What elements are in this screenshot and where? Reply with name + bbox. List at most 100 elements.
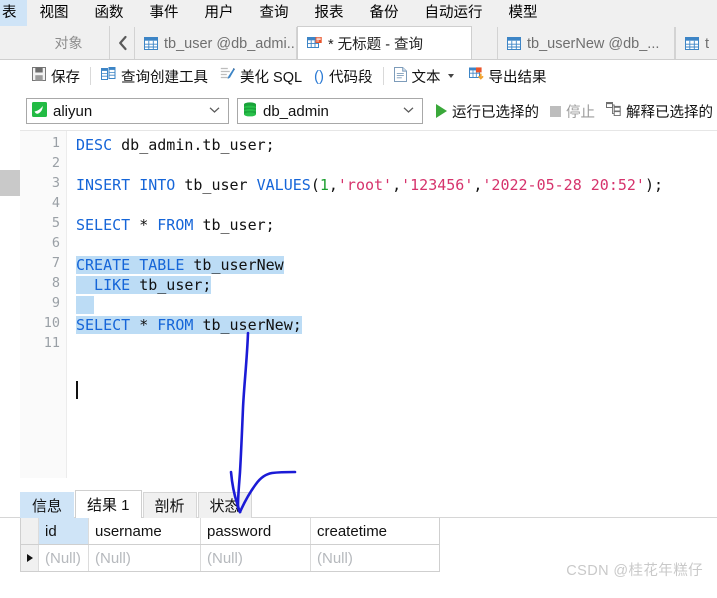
code-line-1[interactable]: DESC db_admin.tb_user; [76, 135, 275, 155]
menu-item-query[interactable]: 查询 [247, 0, 302, 26]
menu-item-report[interactable]: 报表 [302, 0, 357, 26]
explain-selected-label: 解释已选择的 [626, 104, 713, 121]
line-number: 6 [51, 235, 60, 251]
code-line-6[interactable] [76, 235, 85, 255]
explain-icon [606, 102, 621, 120]
code-token [76, 296, 95, 314]
cell-createtime[interactable]: (Null) [311, 545, 440, 571]
menu-item-table[interactable]: 表 [0, 0, 27, 26]
code-token: FROM [157, 216, 203, 234]
export-result-icon [468, 67, 484, 85]
editor-result-splitter[interactable] [20, 478, 717, 490]
beautify-sql-button[interactable]: 美化 SQL [214, 64, 308, 88]
tab-label: * 无标题 - 查询 [328, 37, 424, 53]
result-tab-result1[interactable]: 结果 1 [75, 490, 142, 518]
code-token: , [328, 176, 338, 194]
menu-item-function[interactable]: 函数 [82, 0, 137, 26]
menu-item-model[interactable]: 模型 [496, 0, 551, 26]
table-header-row: id username password createtime [21, 518, 439, 545]
code-token: 1 [319, 176, 329, 194]
database-cylinder-icon [243, 101, 257, 121]
result-tabs: 信息 结果 1 剖析 状态 [20, 490, 253, 518]
column-header-username[interactable]: username [89, 518, 201, 544]
beautify-sql-icon [220, 67, 235, 85]
menu-item-view[interactable]: 视图 [27, 0, 82, 26]
objects-pane-tab[interactable]: 对象 [28, 26, 110, 60]
line-number: 10 [43, 315, 60, 331]
run-controls: 运行已选择的 停止 解释已选择的 [432, 101, 717, 122]
code-line-9[interactable] [76, 295, 95, 315]
code-line-10[interactable]: SELECT * FROM tb_userNew; [76, 315, 302, 335]
result-pane: 信息 结果 1 剖析 状态 id username password creat… [0, 490, 717, 598]
code-token: 'root' [337, 176, 393, 194]
query-builder-button[interactable]: 查询创建工具 [95, 64, 214, 88]
document-tabstrip: 对象 tb_user @db_admi... * 无标题 - 查询 tb_use… [0, 26, 717, 60]
export-result-button[interactable]: 导出结果 [463, 64, 553, 88]
code-line-2[interactable] [76, 155, 85, 175]
column-header-password[interactable]: password [201, 518, 311, 544]
run-selected-button[interactable]: 运行已选择的 [432, 101, 543, 122]
chevron-down-icon[interactable] [209, 105, 220, 117]
objects-pane-tab-label: 对象 [54, 35, 83, 51]
chevron-down-icon[interactable] [447, 74, 454, 78]
menu-item-user[interactable]: 用户 [192, 0, 247, 26]
code-line-3[interactable]: INSERT INTO tb_user VALUES(1,'root','123… [76, 175, 663, 195]
line-number: 2 [51, 155, 60, 171]
tab-label: tb_user @db_admi... [164, 35, 297, 52]
explain-selected-button[interactable]: 解释已选择的 [602, 101, 717, 122]
line-number: 8 [51, 275, 60, 291]
result-tab-label: 剖析 [154, 498, 185, 515]
result-grid[interactable]: id username password createtime (Null) (… [20, 518, 440, 572]
code-line-7[interactable]: CREATE TABLE tb_userNew [76, 255, 284, 275]
table-grid-icon [507, 37, 521, 50]
sql-editor[interactable]: 1 2 3 4 5 6 7 8 9 10 11 DESC db_admin.tb… [20, 130, 717, 479]
text-caret [76, 381, 78, 399]
tab-tb-user[interactable]: tb_user @db_admi... [134, 27, 297, 60]
chevron-left-icon[interactable] [110, 26, 134, 60]
menu-item-backup[interactable]: 备份 [357, 0, 412, 26]
tab-tb-usernew[interactable]: tb_userNew @db_... [497, 27, 675, 60]
code-line-4[interactable] [76, 195, 85, 215]
menu-item-automation[interactable]: 自动运行 [412, 0, 496, 26]
cell-id[interactable]: (Null) [39, 545, 89, 571]
code-token: ); [644, 176, 664, 194]
code-token: FROM [157, 316, 203, 334]
menu-item-event[interactable]: 事件 [137, 0, 192, 26]
sql-code-area[interactable]: DESC db_admin.tb_user; INSERT INTO tb_us… [68, 131, 717, 479]
vertical-scroll-thumb[interactable] [0, 170, 20, 196]
table-row[interactable]: (Null) (Null) (Null) (Null) [21, 545, 439, 571]
column-header-createtime[interactable]: createtime [311, 518, 440, 544]
result-tab-label: 结果 1 [87, 497, 130, 514]
export-result-label: 导出结果 [488, 69, 547, 86]
database-select[interactable]: db_admin [237, 98, 423, 124]
connection-select[interactable]: aliyun [26, 98, 229, 124]
code-line-11[interactable] [76, 335, 85, 355]
line-number-gutter: 1 2 3 4 5 6 7 8 9 10 11 [20, 131, 67, 479]
table-grid-icon [144, 37, 158, 50]
code-token: tb_userNew; [202, 316, 302, 334]
chevron-down-icon[interactable] [403, 105, 414, 117]
cell-password[interactable]: (Null) [201, 545, 311, 571]
result-tab-label: 状态 [209, 498, 240, 515]
save-button[interactable]: 保存 [26, 64, 86, 88]
code-line-8[interactable]: LIKE tb_user; [76, 275, 212, 295]
line-number: 3 [51, 175, 60, 191]
column-header-id[interactable]: id [39, 518, 89, 544]
save-icon [32, 67, 46, 85]
result-tab-info[interactable]: 信息 [20, 492, 75, 518]
code-token: INSERT INTO [76, 176, 185, 194]
result-tab-profile[interactable]: 剖析 [142, 492, 197, 518]
text-view-button[interactable]: 文本 [388, 64, 463, 88]
result-tab-status[interactable]: 状态 [197, 492, 252, 518]
line-number: 1 [51, 135, 60, 151]
main-menubar: 表 视图 函数 事件 用户 查询 报表 备份 自动运行 模型 [0, 0, 717, 26]
code-line-5[interactable]: SELECT * FROM tb_user; [76, 215, 275, 235]
mysql-connection-icon [32, 101, 47, 121]
run-selected-label: 运行已选择的 [452, 104, 539, 121]
code-token: VALUES [256, 176, 311, 194]
stop-button: 停止 [546, 101, 599, 122]
cell-username[interactable]: (Null) [89, 545, 201, 571]
tab-partial[interactable]: t [675, 27, 717, 60]
tab-untitled-query[interactable]: * 无标题 - 查询 [297, 26, 472, 60]
snippet-button[interactable]: () 代码段 [308, 64, 379, 88]
